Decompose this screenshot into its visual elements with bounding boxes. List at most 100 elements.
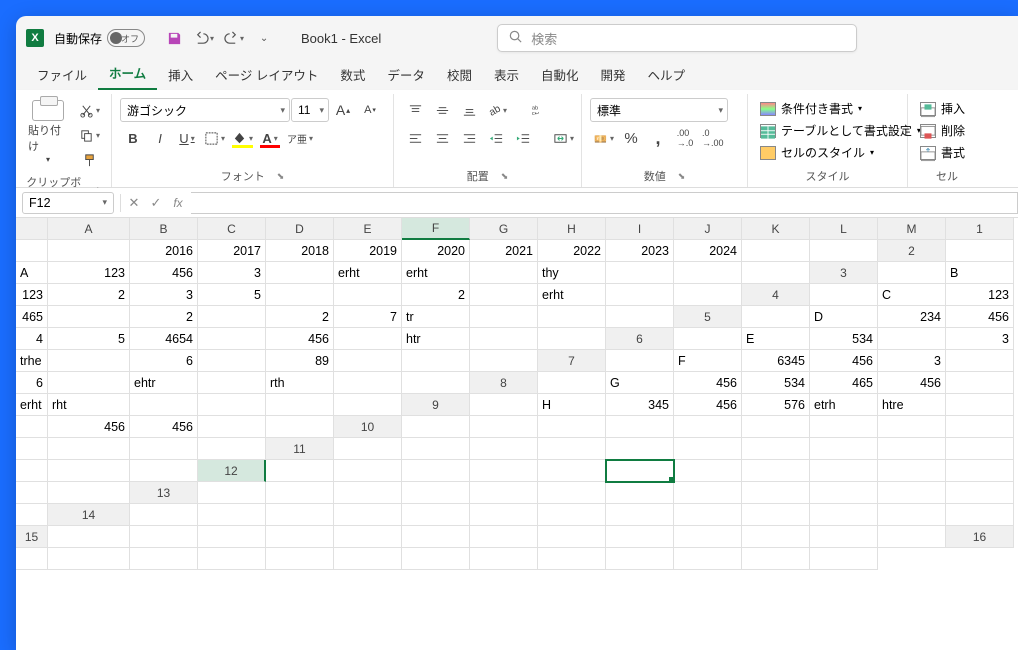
cell-L9[interactable] <box>198 416 266 438</box>
cell-I4[interactable]: 7 <box>334 306 402 328</box>
cell-M5[interactable] <box>538 328 606 350</box>
cell-A12[interactable] <box>266 460 334 482</box>
row-header-3[interactable]: 3 <box>810 262 878 284</box>
cell-A9[interactable] <box>470 394 538 416</box>
row-header-14[interactable]: 14 <box>48 504 130 526</box>
cell-E5[interactable]: 4 <box>16 328 48 350</box>
cell-M2[interactable] <box>742 262 810 284</box>
cell-M10[interactable] <box>198 438 266 460</box>
cell-B14[interactable] <box>198 504 266 526</box>
cell-C10[interactable] <box>538 416 606 438</box>
increase-font-button[interactable]: A▴ <box>330 98 356 122</box>
col-header-D[interactable]: D <box>266 218 334 240</box>
cell-L12[interactable] <box>16 482 48 504</box>
merge-button[interactable] <box>550 126 577 150</box>
insert-cells-button[interactable]: 挿入 <box>916 98 978 119</box>
row-header-10[interactable]: 10 <box>334 416 402 438</box>
cell-styles-button[interactable]: セルのスタイル▾ <box>756 142 899 163</box>
cell-J4[interactable]: tr <box>402 306 470 328</box>
cell-K3[interactable]: erht <box>538 284 606 306</box>
bold-button[interactable]: B <box>120 126 146 150</box>
cell-I3[interactable]: 2 <box>402 284 470 306</box>
align-top-button[interactable] <box>402 98 428 122</box>
cell-F6[interactable]: trhe <box>16 350 48 372</box>
cell-G3[interactable] <box>266 284 334 306</box>
redo-button[interactable] <box>221 25 247 51</box>
format-painter-button[interactable] <box>76 148 103 172</box>
col-header-J[interactable]: J <box>674 218 742 240</box>
cell-G9[interactable]: htre <box>878 394 946 416</box>
cell-C11[interactable] <box>470 438 538 460</box>
col-header-C[interactable]: C <box>198 218 266 240</box>
row-header-6[interactable]: 6 <box>606 328 674 350</box>
cell-E14[interactable] <box>402 504 470 526</box>
cell-A6[interactable] <box>674 328 742 350</box>
cell-K5[interactable]: htr <box>402 328 470 350</box>
cell-J11[interactable] <box>946 438 1014 460</box>
decrease-indent-button[interactable] <box>483 126 509 150</box>
cell-E1[interactable]: 2018 <box>266 240 334 262</box>
cell-H6[interactable]: 6 <box>130 350 198 372</box>
align-middle-button[interactable] <box>429 98 455 122</box>
formula-input[interactable] <box>191 192 1018 214</box>
cell-C4[interactable]: 123 <box>946 284 1014 306</box>
cell-D1[interactable]: 2017 <box>198 240 266 262</box>
cell-D12[interactable] <box>470 460 538 482</box>
cell-H1[interactable]: 2021 <box>470 240 538 262</box>
tab-開発[interactable]: 開発 <box>589 59 636 90</box>
cell-C15[interactable] <box>198 526 266 548</box>
cell-C6[interactable]: 534 <box>810 328 878 350</box>
delete-cells-button[interactable]: 削除 <box>916 120 978 141</box>
cell-G8[interactable] <box>946 372 1014 394</box>
cell-B16[interactable] <box>48 548 130 570</box>
align-right-button[interactable] <box>456 126 482 150</box>
cell-J3[interactable] <box>470 284 538 306</box>
cell-G12[interactable] <box>674 460 742 482</box>
align-bottom-button[interactable] <box>456 98 482 122</box>
qat-customize[interactable]: ⌄ <box>251 25 277 51</box>
cell-E16[interactable] <box>266 548 334 570</box>
cell-K6[interactable] <box>334 350 402 372</box>
cell-J6[interactable]: 89 <box>266 350 334 372</box>
phonetic-button[interactable]: ア亜 <box>284 126 316 150</box>
cell-D16[interactable] <box>198 548 266 570</box>
tab-表示[interactable]: 表示 <box>483 59 530 90</box>
autosave-toggle[interactable]: 自動保存 オフ <box>54 29 145 47</box>
cell-D11[interactable] <box>538 438 606 460</box>
cell-L5[interactable] <box>470 328 538 350</box>
cell-L3[interactable] <box>606 284 674 306</box>
cell-G10[interactable] <box>810 416 878 438</box>
cell-M6[interactable] <box>470 350 538 372</box>
cell-A3[interactable] <box>878 262 946 284</box>
cell-M11[interactable] <box>130 460 198 482</box>
cell-K8[interactable] <box>198 394 266 416</box>
cell-D9[interactable]: 456 <box>674 394 742 416</box>
cell-I1[interactable]: 2022 <box>538 240 606 262</box>
col-header-G[interactable]: G <box>470 218 538 240</box>
comma-button[interactable]: , <box>645 126 671 150</box>
cell-G1[interactable]: 2020 <box>402 240 470 262</box>
toggle-switch[interactable]: オフ <box>107 29 145 47</box>
insert-function-button[interactable]: fx <box>167 192 189 214</box>
row-header-7[interactable]: 7 <box>538 350 606 372</box>
copy-button[interactable] <box>76 123 103 147</box>
cell-A13[interactable] <box>198 482 266 504</box>
cell-F11[interactable] <box>674 438 742 460</box>
cell-L13[interactable] <box>946 482 1014 504</box>
cell-F13[interactable] <box>538 482 606 504</box>
number-launcher[interactable]: ⬊ <box>678 171 686 182</box>
cell-B7[interactable]: F <box>674 350 742 372</box>
cell-A11[interactable] <box>334 438 402 460</box>
cell-L16[interactable] <box>742 548 810 570</box>
cell-K1[interactable]: 2024 <box>674 240 742 262</box>
cell-C1[interactable]: 2016 <box>130 240 198 262</box>
cell-M1[interactable] <box>810 240 878 262</box>
cell-J8[interactable] <box>130 394 198 416</box>
cell-A10[interactable] <box>402 416 470 438</box>
cell-F8[interactable]: 456 <box>878 372 946 394</box>
cell-K12[interactable] <box>946 460 1014 482</box>
cell-M15[interactable] <box>878 526 946 548</box>
cell-D10[interactable] <box>606 416 674 438</box>
cell-I12[interactable] <box>810 460 878 482</box>
cell-F3[interactable]: 5 <box>198 284 266 306</box>
